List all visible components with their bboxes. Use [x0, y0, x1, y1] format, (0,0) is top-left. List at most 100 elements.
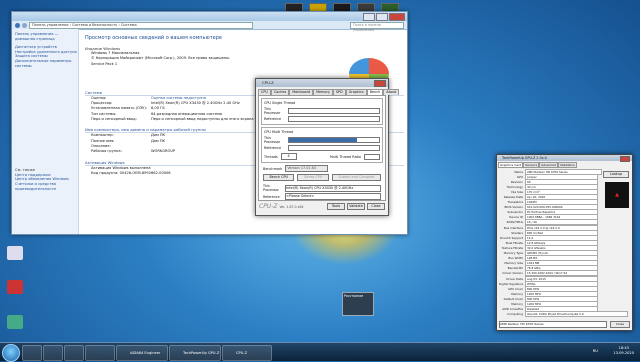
- tab-about[interactable]: About: [383, 89, 400, 95]
- tab-memory[interactable]: Memory: [313, 89, 333, 95]
- gpuz-row-label: Pixel Fillrate: [505, 240, 523, 245]
- close-button[interactable]: Close: [367, 203, 385, 210]
- submit-compare-button[interactable]: Submit and Compare: [331, 174, 381, 181]
- cpuz-titlebar[interactable]: CPU-Z: [256, 79, 388, 87]
- taskbar-item-aida64[interactable]: AIDA64 Engineer: [116, 345, 168, 361]
- left-link[interactable]: Панель управления — домашняя страница: [12, 32, 78, 41]
- gpuz-row-label: Shaders: [511, 230, 523, 235]
- gpuz-row-label: Memory Type: [503, 251, 523, 256]
- tab-caches[interactable]: Caches: [270, 89, 290, 95]
- tab-graphics-card[interactable]: Graphics Card: [498, 162, 524, 168]
- close-icon[interactable]: [374, 80, 386, 87]
- gpuz-row-label: GPU Clock: [508, 286, 523, 291]
- desktop-icon[interactable]: [4, 280, 26, 295]
- tab-graphics[interactable]: Graphics: [345, 89, 367, 95]
- product-key-text: Код продукта: 00426-OEM-8992662-00006: [91, 170, 171, 175]
- tab-cpu[interactable]: CPU: [258, 89, 271, 95]
- gpuz-computing-row: Computing OpenCL CUDA PhysX DirectCompute…: [497, 311, 632, 318]
- left-pane: Панель управления — домашняя страница Ди…: [12, 29, 79, 234]
- threads-label: Threads: [264, 154, 278, 159]
- gpuz-row-label: Memory: [511, 291, 523, 296]
- gpuz-row-value: OpenCL CUDA PhysX DirectCompute 5.0: [525, 311, 628, 318]
- taskbar-item-cpuz[interactable]: CPU-Z: [222, 345, 272, 361]
- gpuz-row-label: Technology: [506, 184, 523, 189]
- clock-date: 13.09.2020: [613, 351, 634, 355]
- taskbar-item[interactable]: [22, 345, 42, 361]
- back-icon[interactable]: [15, 22, 20, 28]
- taskbar: AIDA64 Engineer TechPowerUp GPU-Z CPU-Z …: [0, 342, 640, 362]
- benchmark-label: Benchmark: [263, 166, 283, 171]
- gpuz-row-label: Bus Width: [508, 256, 523, 261]
- validate-button[interactable]: Validate: [347, 203, 365, 210]
- gpu-select[interactable]: AMD Radeon HD 6700 Series: [499, 321, 607, 328]
- gpuz-row-label: Computing: [507, 312, 523, 317]
- gpuz-row-label: Revision: [510, 179, 523, 184]
- gpuz-row-label: Subvendor: [507, 210, 523, 215]
- group-title: CPU Multi Thread: [264, 130, 294, 134]
- see-also-link[interactable]: Счетчики и средства производительности: [12, 182, 78, 191]
- cpuz-version: Ver. 1.87.0.x64: [279, 204, 304, 209]
- this-proc-value: Intel(R) Xeon(R) CPU X3430 @ 2.40GHz: [285, 184, 381, 192]
- tab-sensors[interactable]: Sensors: [523, 162, 540, 168]
- row-key: Перо и сенсорный ввод:: [91, 117, 137, 122]
- close-button[interactable]: Close: [610, 321, 630, 328]
- search-input[interactable]: Поиск в панели управления: [350, 21, 404, 32]
- bar-label: This Processor: [264, 136, 281, 144]
- gpuz-row-label: Default Clock: [503, 296, 523, 301]
- close-icon[interactable]: [620, 156, 630, 162]
- stress-cpu-button[interactable]: Stress CPU: [297, 174, 329, 181]
- desktop-icon[interactable]: [4, 315, 26, 330]
- taskbar-item[interactable]: [43, 345, 63, 361]
- taskbar-item[interactable]: [85, 345, 115, 361]
- this-proc-label: This Processor: [263, 184, 279, 192]
- gpuz-row-label: Transistors: [507, 200, 523, 205]
- gpuz-row-label: Memory Size: [504, 261, 523, 266]
- multi-ref-bar: [288, 145, 380, 151]
- lookup-button[interactable]: Lookup: [603, 171, 629, 178]
- language-indicator[interactable]: RU: [593, 348, 598, 353]
- bench-cpu-button[interactable]: Bench CPU: [263, 174, 295, 181]
- gpuz-window: TechPowerUp GPU-Z 2.3x.0 Graphics Card S…: [496, 154, 633, 331]
- tab-advanced[interactable]: Advanced: [539, 162, 558, 168]
- gpuz-row-label: Driver Version: [502, 271, 523, 276]
- breadcrumb[interactable]: Панель управления › Система и безопаснос…: [29, 21, 253, 29]
- amd-logo: ▲: [605, 182, 629, 208]
- taskbar-item[interactable]: [64, 345, 84, 361]
- reference-label: Reference: [263, 194, 280, 199]
- close-button[interactable]: [389, 13, 405, 21]
- gpuz-row-label: Name: [514, 169, 523, 174]
- tooltip-popup: Расстояние: [342, 292, 374, 316]
- window-titlebar[interactable]: [12, 12, 407, 21]
- gpuz-row-label: Die Size: [511, 189, 523, 194]
- clock[interactable]: 18:43 13.09.2020: [613, 346, 634, 356]
- start-button[interactable]: [2, 344, 20, 362]
- gpuz-row-label: ROPs/TMUs: [506, 220, 523, 225]
- bar-label: This Processor: [264, 107, 281, 115]
- left-link[interactable]: Дополнительные параметры системы: [12, 59, 78, 68]
- cpuz-title: CPU-Z: [262, 80, 274, 85]
- gpuz-row-label: Digital Signature: [499, 281, 524, 286]
- gpuz-titlebar[interactable]: TechPowerUp GPU-Z 2.3x.0: [497, 155, 632, 162]
- single-thread-group: CPU Single Thread This Processor Referen…: [261, 98, 383, 125]
- forward-icon[interactable]: [22, 22, 27, 28]
- taskbar-item-gpuz[interactable]: TechPowerUp GPU-Z: [169, 345, 221, 361]
- benchmark-select[interactable]: Version 17.01.64: [285, 165, 329, 172]
- minimize-button[interactable]: [363, 13, 375, 21]
- page-title: Просмотр основных сведений о вашем компь…: [85, 35, 222, 41]
- gpuz-row-label: Texture Fillrate: [501, 245, 523, 250]
- desktop-icon[interactable]: [4, 246, 26, 261]
- cpuz-window: CPU-Z CPU Caches Mainboard Memory SPD Gr…: [255, 78, 400, 216]
- maximize-button[interactable]: [376, 13, 388, 21]
- gpuz-row-label: Release Date: [503, 195, 523, 200]
- tab-mainboard[interactable]: Mainboard: [289, 89, 314, 95]
- tab-spd[interactable]: SPD: [332, 89, 346, 95]
- tools-button[interactable]: Tools: [327, 203, 345, 210]
- single-bar: [288, 108, 380, 114]
- gpuz-row-label: Bandwidth: [507, 266, 523, 271]
- tab-bench[interactable]: Bench: [366, 89, 384, 95]
- gpuz-tabs: Graphics Card Sensors Advanced Validatio…: [498, 162, 631, 168]
- reference-select[interactable]: <Please Select>: [285, 193, 381, 200]
- threads-select[interactable]: 4: [280, 153, 297, 160]
- multi-bar-fill: [289, 138, 357, 142]
- tab-validation[interactable]: Validation: [557, 162, 577, 168]
